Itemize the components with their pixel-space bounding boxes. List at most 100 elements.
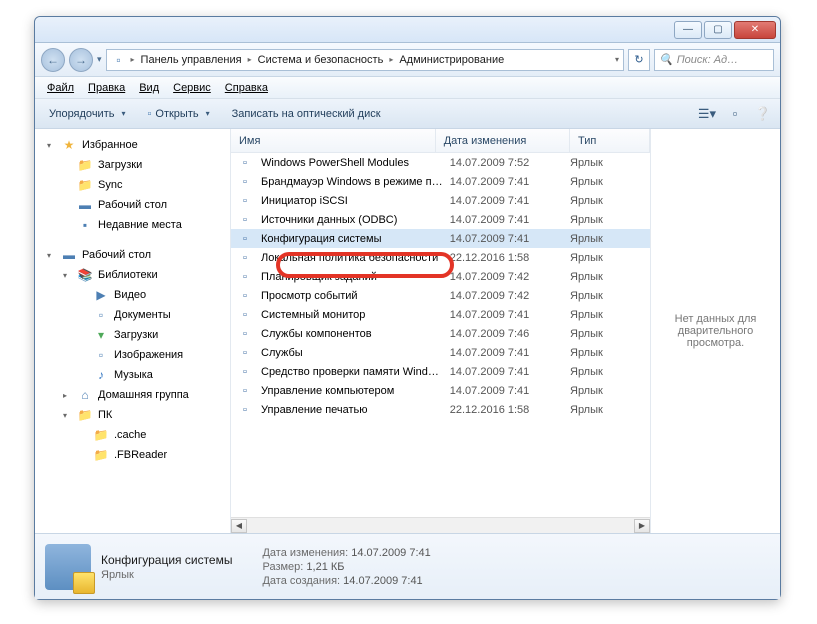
tree-label: Домашняя группа bbox=[98, 389, 189, 401]
tree-item[interactable]: ▾▬Рабочий стол bbox=[35, 245, 230, 265]
file-icon: ▫ bbox=[237, 269, 253, 285]
organize-button[interactable]: Упорядочить bbox=[41, 105, 133, 123]
file-date: 14.07.2009 7:41 bbox=[450, 309, 564, 321]
file-row[interactable]: ▫Инициатор iSCSI14.07.2009 7:41Ярлык bbox=[231, 191, 650, 210]
file-row[interactable]: ▫Брандмауэр Windows в режиме повы…14.07.… bbox=[231, 172, 650, 191]
view-options-button[interactable]: ☰▾ bbox=[696, 103, 718, 125]
file-row[interactable]: ▫Системный монитор14.07.2009 7:41Ярлык bbox=[231, 305, 650, 324]
open-icon: ▫ bbox=[147, 108, 151, 120]
burn-button[interactable]: Записать на оптический диск bbox=[224, 105, 389, 123]
maximize-button[interactable]: ▢ bbox=[704, 21, 732, 39]
history-dropdown-icon[interactable]: ▾ bbox=[97, 54, 102, 65]
tree-icon: ⌂ bbox=[77, 387, 93, 403]
prop-value: 1,21 КБ bbox=[306, 561, 344, 573]
horizontal-scrollbar[interactable]: ◀ ▶ bbox=[231, 517, 650, 533]
file-name: Источники данных (ODBC) bbox=[259, 214, 444, 226]
file-row[interactable]: ▫Службы компонентов14.07.2009 7:46Ярлык bbox=[231, 324, 650, 343]
file-icon: ▫ bbox=[237, 307, 253, 323]
help-button[interactable]: ❔ bbox=[752, 103, 774, 125]
breadcrumb-item[interactable]: Панель управления bbox=[139, 54, 244, 66]
expander-icon[interactable]: ▾ bbox=[63, 271, 72, 280]
menu-tools[interactable]: Сервис bbox=[167, 80, 217, 96]
chevron-down-icon[interactable]: ▾ bbox=[615, 55, 619, 64]
column-name[interactable]: Имя bbox=[231, 129, 436, 152]
tree-item[interactable]: ▸ ⌂ Домашняя группа bbox=[35, 385, 230, 405]
file-row[interactable]: ▫Планировщик заданий14.07.2009 7:42Ярлык bbox=[231, 267, 650, 286]
menu-view[interactable]: Вид bbox=[133, 80, 165, 96]
menu-file[interactable]: Файл bbox=[41, 80, 80, 96]
breadcrumb-item[interactable]: Система и безопасность bbox=[256, 54, 386, 66]
scroll-left-icon[interactable]: ◀ bbox=[231, 519, 247, 533]
file-type: Ярлык bbox=[570, 214, 650, 226]
refresh-button[interactable]: ↻ bbox=[628, 49, 650, 71]
file-date: 14.07.2009 7:41 bbox=[450, 385, 564, 397]
address-bar[interactable]: ▫ ▸ Панель управления ▸ Система и безопа… bbox=[106, 49, 624, 71]
minimize-button[interactable]: — bbox=[674, 21, 702, 39]
file-type: Ярлык bbox=[570, 157, 650, 169]
search-input[interactable]: 🔍 Поиск: Ад… bbox=[654, 49, 774, 71]
file-row[interactable]: ▫Локальная политика безопасности22.12.20… bbox=[231, 248, 650, 267]
tree-label: Изображения bbox=[114, 349, 183, 361]
tree-icon: 📁 bbox=[77, 407, 93, 423]
file-type: Ярлык bbox=[570, 309, 650, 321]
file-date: 14.07.2009 7:41 bbox=[450, 366, 564, 378]
tree-item[interactable]: 📁Sync bbox=[35, 175, 230, 195]
back-button[interactable]: ← bbox=[41, 48, 65, 72]
file-row[interactable]: ▫Управление печатью22.12.2016 1:58Ярлык bbox=[231, 400, 650, 419]
file-icon: ▫ bbox=[237, 193, 253, 209]
file-row[interactable]: ▫Источники данных (ODBC)14.07.2009 7:41Я… bbox=[231, 210, 650, 229]
preview-pane-button[interactable]: ▫ bbox=[724, 103, 746, 125]
tree-item[interactable]: 📁.cache bbox=[35, 425, 230, 445]
menu-help[interactable]: Справка bbox=[219, 80, 274, 96]
breadcrumb-item[interactable]: Администрирование bbox=[397, 54, 506, 66]
file-row[interactable]: ▫Управление компьютером14.07.2009 7:41Яр… bbox=[231, 381, 650, 400]
tree-item[interactable]: ▾★Избранное bbox=[35, 135, 230, 155]
file-name: Конфигурация системы bbox=[259, 233, 444, 245]
tree-label: Загрузки bbox=[98, 159, 142, 171]
file-rows: ▫ Windows PowerShell Modules 14.07.2009 7:… bbox=[231, 153, 650, 517]
column-type[interactable]: Тип bbox=[570, 129, 650, 152]
file-name: Локальная политика безопасности bbox=[259, 252, 444, 264]
expander-icon[interactable]: ▾ bbox=[63, 411, 72, 420]
file-row[interactable]: ▫Службы14.07.2009 7:41Ярлык bbox=[231, 343, 650, 362]
navigation-pane[interactable]: ▾★Избранное 📁 Загрузки 📁Sync▬Рабочий стол▪Н… bbox=[35, 129, 231, 533]
tree-label: Избранное bbox=[82, 139, 138, 151]
file-name: Управление печатью bbox=[259, 404, 444, 416]
file-name: Планировщик заданий bbox=[259, 271, 444, 283]
tree-item[interactable]: 📁.FBReader bbox=[35, 445, 230, 465]
toolbar: Упорядочить ▫Открыть Записать на оптичес… bbox=[35, 99, 780, 129]
tree-icon: ▬ bbox=[77, 197, 93, 213]
tree-icon: ▬ bbox=[61, 247, 77, 263]
file-row[interactable]: ▫Средство проверки памяти Windows14.07.2… bbox=[231, 362, 650, 381]
tree-icon: ♪ bbox=[93, 367, 109, 383]
file-date: 14.07.2009 7:41 bbox=[450, 176, 564, 188]
tree-item[interactable]: ▬Рабочий стол bbox=[35, 195, 230, 215]
tree-item[interactable]: ▶Видео bbox=[35, 285, 230, 305]
tree-icon: 📁 bbox=[77, 157, 93, 173]
expander-icon[interactable]: ▾ bbox=[47, 251, 56, 260]
expander-icon[interactable]: ▾ bbox=[47, 141, 56, 150]
close-button[interactable]: ✕ bbox=[734, 21, 776, 39]
tree-item[interactable]: ♪Музыка bbox=[35, 365, 230, 385]
file-name: Windows PowerShell Modules bbox=[259, 157, 444, 169]
scroll-right-icon[interactable]: ▶ bbox=[634, 519, 650, 533]
tree-item[interactable]: ▾📁ПК bbox=[35, 405, 230, 425]
tree-item[interactable]: ▾Загрузки bbox=[35, 325, 230, 345]
expander-icon[interactable]: ▸ bbox=[63, 391, 72, 400]
file-row[interactable]: ▫Windows PowerShell Modules14.07.2009 7:… bbox=[231, 153, 650, 172]
file-name: Брандмауэр Windows в режиме повы… bbox=[259, 176, 444, 188]
file-type: Ярлык bbox=[570, 271, 650, 283]
column-date[interactable]: Дата изменения bbox=[436, 129, 570, 152]
tree-item[interactable]: 📁 Загрузки bbox=[35, 155, 230, 175]
menu-edit[interactable]: Правка bbox=[82, 80, 131, 96]
tree-item[interactable]: ▾📚Библиотеки bbox=[35, 265, 230, 285]
forward-button[interactable]: → bbox=[69, 48, 93, 72]
tree-item[interactable]: ▫Изображения bbox=[35, 345, 230, 365]
separator-icon: ▸ bbox=[131, 55, 135, 64]
search-placeholder: Поиск: Ад… bbox=[677, 54, 738, 66]
tree-item[interactable]: ▪Недавние места bbox=[35, 215, 230, 235]
open-button[interactable]: ▫Открыть bbox=[139, 105, 217, 123]
tree-item[interactable]: ▫Документы bbox=[35, 305, 230, 325]
file-row[interactable]: ▫Конфигурация системы14.07.2009 7:41Ярлы… bbox=[231, 229, 650, 248]
file-row[interactable]: ▫Просмотр событий14.07.2009 7:42Ярлык bbox=[231, 286, 650, 305]
